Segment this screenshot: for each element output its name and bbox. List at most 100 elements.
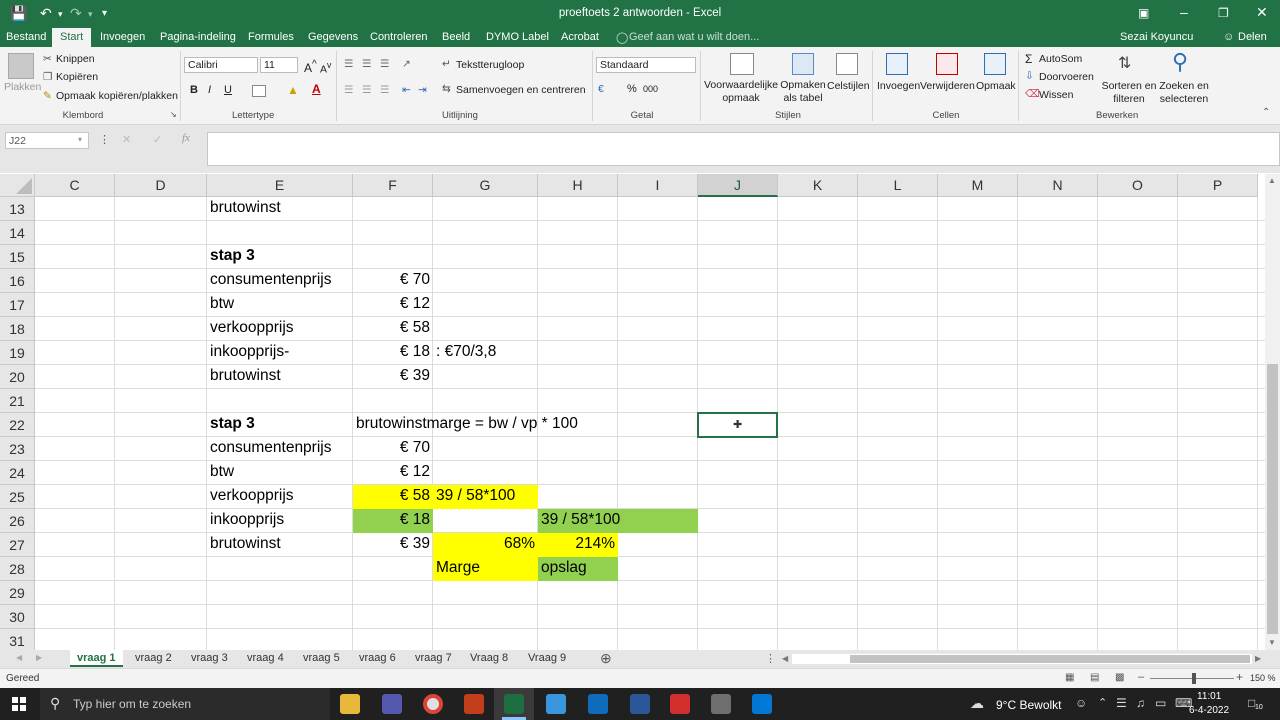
cancel-entry-icon[interactable]: ✕ bbox=[122, 133, 131, 146]
outlook-icon[interactable] bbox=[588, 694, 608, 714]
store-icon[interactable] bbox=[546, 694, 566, 714]
row-header-23[interactable]: 23 bbox=[0, 437, 35, 461]
network-icon[interactable]: ☰ bbox=[1116, 696, 1127, 710]
calculator-icon[interactable] bbox=[711, 694, 731, 714]
battery-icon[interactable]: ▭ bbox=[1155, 696, 1166, 710]
column-header-l[interactable]: L bbox=[858, 174, 938, 197]
acrobat-icon[interactable] bbox=[670, 694, 690, 714]
cell-f20[interactable]: € 39 bbox=[353, 365, 430, 389]
cell-f23[interactable]: € 70 bbox=[353, 437, 430, 461]
tab-start[interactable]: Start bbox=[52, 28, 92, 47]
row-header-13[interactable]: 13 bbox=[0, 197, 35, 221]
tab-bestand[interactable]: Bestand bbox=[6, 31, 46, 43]
tab-beeld[interactable]: Beeld bbox=[442, 31, 470, 43]
cell-e15[interactable]: stap 3 bbox=[210, 245, 255, 269]
align-center-icon[interactable]: ☰ bbox=[362, 84, 371, 96]
delete-cells-button[interactable]: Verwijderen bbox=[920, 80, 975, 92]
cell-styles-icon[interactable] bbox=[836, 53, 858, 75]
merge-center-button[interactable]: Samenvoegen en centreren bbox=[456, 84, 586, 96]
scroll-down-icon[interactable]: ▼ bbox=[1268, 638, 1276, 647]
cell-e16[interactable]: consumentenprijs bbox=[210, 269, 331, 293]
increase-indent-icon[interactable]: ⇥ bbox=[418, 84, 427, 96]
cell-e26[interactable]: inkoopprijs bbox=[210, 509, 284, 533]
sheet-tab[interactable]: vraag 5 bbox=[296, 650, 347, 667]
copy-button[interactable]: Kopiëren bbox=[56, 71, 98, 83]
paste-button[interactable]: Plakken bbox=[4, 81, 41, 93]
clock-time[interactable]: 11:01 bbox=[1197, 691, 1221, 702]
align-top-icon[interactable]: ☰ bbox=[344, 58, 353, 70]
bold-button[interactable]: B bbox=[190, 84, 198, 96]
scroll-right-icon[interactable]: ▶ bbox=[1255, 654, 1261, 663]
orientation-icon[interactable]: ↗ bbox=[402, 58, 411, 70]
format-cells-icon[interactable] bbox=[984, 53, 1006, 75]
row-header-14[interactable]: 14 bbox=[0, 221, 35, 245]
column-header-e[interactable]: E bbox=[207, 174, 353, 197]
format-as-table-icon[interactable] bbox=[792, 53, 814, 75]
minimize-icon[interactable]: – bbox=[1180, 4, 1188, 20]
align-left-icon[interactable]: ☰ bbox=[344, 84, 353, 96]
cell-f22[interactable]: brutowinstmarge = bw / vp * 100 bbox=[356, 413, 578, 437]
new-sheet-icon[interactable]: ⊕ bbox=[600, 650, 612, 667]
insert-cells-icon[interactable] bbox=[886, 53, 908, 75]
page-layout-view-icon[interactable]: ▤ bbox=[1090, 672, 1099, 683]
row-header-20[interactable]: 20 bbox=[0, 365, 35, 389]
row-header-27[interactable]: 27 bbox=[0, 533, 35, 557]
tab-controleren[interactable]: Controleren bbox=[370, 31, 427, 43]
collapse-ribbon-icon[interactable]: ⌃ bbox=[1262, 107, 1270, 118]
cell-g25[interactable]: 39 / 58*100 bbox=[436, 485, 515, 509]
scroll-left-icon[interactable]: ◀ bbox=[782, 654, 788, 663]
cell-styles-button[interactable]: Celstijlen bbox=[827, 80, 870, 92]
next-sheet-icon[interactable]: ▶ bbox=[36, 653, 42, 662]
share-icon[interactable]: ☺ bbox=[1223, 31, 1234, 43]
cell-g28[interactable]: Marge bbox=[436, 557, 480, 581]
chrome-icon[interactable] bbox=[423, 694, 443, 714]
sheet-tab[interactable]: Vraag 9 bbox=[521, 650, 573, 667]
tab-gegevens[interactable]: Gegevens bbox=[308, 31, 358, 43]
cell-e17[interactable]: btw bbox=[210, 293, 234, 317]
row-header-25[interactable]: 25 bbox=[0, 485, 35, 509]
clipboard-launcher-icon[interactable]: ↘ bbox=[170, 110, 177, 119]
spreadsheet-grid[interactable]: CDEFGHIJKLMNOP 13 14 15 16 17 18 19 20 21 22 23 24 2… bbox=[0, 174, 1265, 650]
prev-sheet-icon[interactable]: ◀ bbox=[16, 653, 22, 662]
word-icon[interactable] bbox=[630, 694, 650, 714]
fill-button[interactable]: Doorvoeren bbox=[1039, 71, 1094, 83]
column-header-i[interactable]: I bbox=[618, 174, 698, 197]
share-button[interactable]: Delen bbox=[1238, 31, 1267, 43]
zoom-out-icon[interactable]: – bbox=[1138, 671, 1144, 683]
paste-icon[interactable] bbox=[8, 53, 34, 79]
horizontal-scrollbar[interactable] bbox=[792, 654, 1252, 664]
number-format-select[interactable]: Standaard bbox=[596, 57, 696, 73]
row-header-31[interactable]: 31 bbox=[0, 629, 35, 650]
cell-e25[interactable]: verkoopprijs bbox=[210, 485, 294, 509]
speaker-icon[interactable]: ♫ bbox=[1136, 696, 1145, 710]
column-header-f[interactable]: F bbox=[353, 174, 433, 197]
tab-invoegen[interactable]: Invoegen bbox=[100, 31, 145, 43]
select-all-button[interactable] bbox=[0, 174, 35, 197]
weather-text[interactable]: 9°C Bewolkt bbox=[996, 698, 1062, 712]
align-bottom-icon[interactable]: ☰ bbox=[380, 58, 389, 70]
formula-options-icon[interactable]: ⋮ bbox=[99, 133, 110, 146]
name-box-dropdown-icon[interactable]: ▾ bbox=[78, 135, 82, 144]
column-header-c[interactable]: C bbox=[35, 174, 115, 197]
decrease-font-icon[interactable]: Av bbox=[320, 60, 331, 76]
formula-input[interactable] bbox=[207, 132, 1280, 166]
row-header-30[interactable]: 30 bbox=[0, 605, 35, 629]
cell-f18[interactable]: € 58 bbox=[353, 317, 430, 341]
restore-icon[interactable]: ❐ bbox=[1218, 6, 1229, 20]
cell-e19[interactable]: inkoopprijs- bbox=[210, 341, 289, 365]
tab-split-icon[interactable]: ⋮ bbox=[765, 652, 776, 665]
font-name-select[interactable]: Calibri bbox=[184, 57, 258, 73]
vertical-scroll-thumb[interactable] bbox=[1267, 364, 1278, 634]
windows-start-icon[interactable] bbox=[12, 697, 26, 711]
sheet-tab[interactable]: vraag 6 bbox=[352, 650, 403, 667]
sheet-tab[interactable]: vraag 2 bbox=[128, 650, 179, 667]
thousands-button[interactable]: 000 bbox=[643, 84, 658, 94]
people-icon[interactable]: ☺ bbox=[1075, 696, 1087, 710]
insert-function-button[interactable]: fx bbox=[182, 132, 190, 144]
cut-button[interactable]: Knippen bbox=[56, 53, 95, 65]
tab-acrobat[interactable]: Acrobat bbox=[561, 31, 599, 43]
delete-cells-icon[interactable] bbox=[936, 53, 958, 75]
fill-color-icon[interactable]: ▲ bbox=[287, 83, 299, 97]
excel-taskbar-active[interactable] bbox=[494, 688, 534, 720]
cell-h27[interactable]: 214% bbox=[538, 533, 615, 557]
